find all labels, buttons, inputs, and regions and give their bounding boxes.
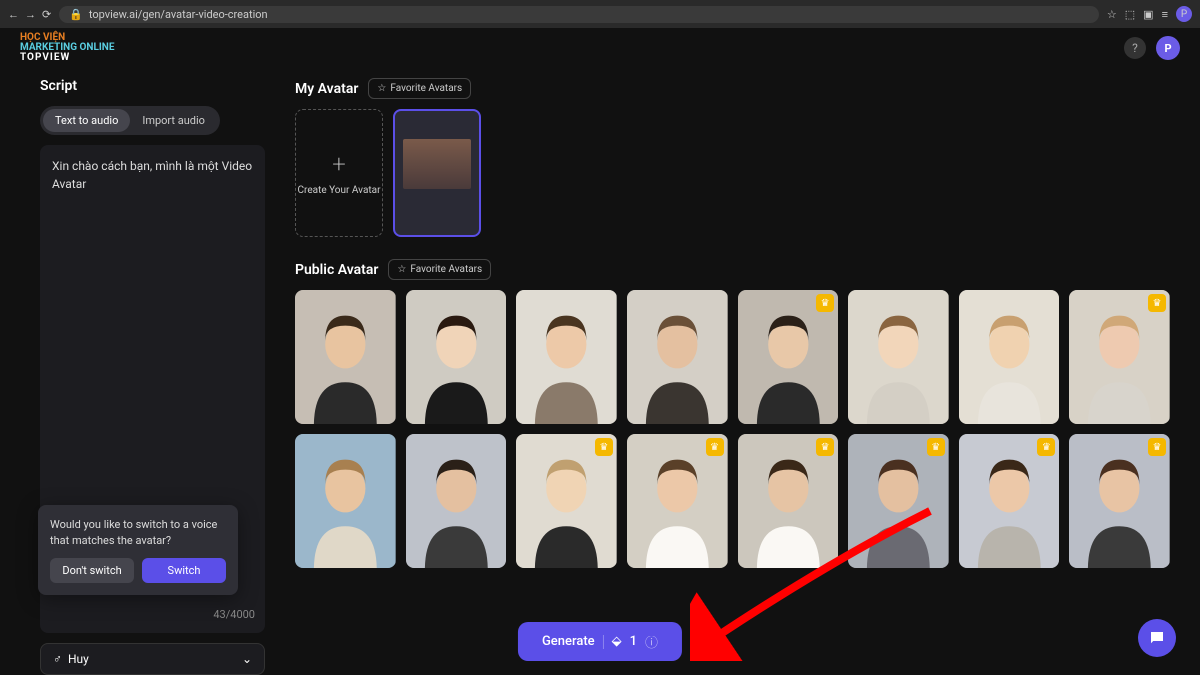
create-avatar-label: Create Your Avatar — [298, 184, 381, 197]
create-avatar-card[interactable]: + Create Your Avatar — [295, 109, 383, 237]
star-icon: ☆ — [397, 264, 406, 275]
public-avatar-card[interactable] — [848, 290, 949, 424]
public-avatar-card[interactable]: ♛ — [738, 290, 839, 424]
avatar-thumbnail — [403, 139, 471, 189]
url-bar[interactable]: 🔒 topview.ai/gen/avatar-video-creation — [59, 6, 1099, 23]
crown-icon: ♛ — [706, 438, 724, 456]
public-avatar-card[interactable]: ♛ — [1069, 434, 1170, 568]
credits-icon: ⬙ — [612, 634, 622, 649]
male-icon: ♂ — [53, 652, 62, 666]
credits-count: 1 — [630, 634, 637, 649]
back-icon[interactable]: ← — [8, 8, 19, 21]
lock-icon: 🔒 — [69, 8, 83, 21]
content-area: My Avatar ☆ Favorite Avatars + Create Yo… — [295, 78, 1170, 675]
script-tabs: Text to audio Import audio — [40, 106, 220, 135]
generate-button[interactable]: Generate ⬙ 1 ⓘ — [518, 622, 682, 661]
popup-message: Would you like to switch to a voice that… — [50, 517, 226, 548]
extension-icon-2[interactable]: ▣ — [1143, 8, 1153, 21]
public-avatar-card[interactable] — [406, 434, 507, 568]
public-avatar-card[interactable]: ♛ — [516, 434, 617, 568]
switch-button[interactable]: Switch — [142, 558, 226, 583]
public-avatar-card[interactable] — [295, 290, 396, 424]
public-avatar-card[interactable] — [295, 434, 396, 568]
star-icon[interactable]: ☆ — [1107, 8, 1117, 21]
chat-icon — [1148, 629, 1166, 647]
star-icon: ☆ — [377, 83, 386, 94]
crown-icon: ♛ — [1148, 438, 1166, 456]
profile-button[interactable]: P — [1156, 36, 1180, 60]
my-avatar-card[interactable] — [393, 109, 481, 237]
crown-icon: ♛ — [816, 438, 834, 456]
forward-icon[interactable]: → — [25, 8, 36, 21]
public-avatar-card[interactable] — [627, 290, 728, 424]
script-heading: Script — [40, 78, 265, 94]
char-count: 43/4000 — [213, 607, 255, 624]
tab-text-to-audio[interactable]: Text to audio — [43, 109, 130, 132]
public-avatar-card[interactable]: ♛ — [848, 434, 949, 568]
plus-icon: + — [332, 150, 346, 178]
crown-icon: ♛ — [927, 438, 945, 456]
dont-switch-button[interactable]: Don't switch — [50, 558, 134, 583]
public-avatar-card[interactable]: ♛ — [959, 434, 1060, 568]
public-avatar-card[interactable] — [516, 290, 617, 424]
script-content: Xin chào cách bạn, mình là một Video Ava… — [52, 159, 252, 191]
crown-icon: ♛ — [595, 438, 613, 456]
reload-icon[interactable]: ⟳ — [42, 8, 51, 21]
logo: HỌC VIỆN MARKETING ONLINE TOPVIEW — [20, 33, 115, 63]
crown-icon: ♛ — [1037, 438, 1055, 456]
public-avatar-grid: ♛ ♛ — [295, 290, 1170, 568]
favorite-public-button[interactable]: ☆ Favorite Avatars — [388, 259, 491, 280]
app-header: HỌC VIỆN MARKETING ONLINE TOPVIEW ? P — [0, 28, 1200, 68]
browser-profile[interactable]: P — [1176, 6, 1192, 22]
tab-import-audio[interactable]: Import audio — [130, 109, 217, 132]
chat-button[interactable] — [1138, 619, 1176, 657]
public-avatar-card[interactable]: ♛ — [1069, 290, 1170, 424]
menu-icon[interactable]: ≡ — [1162, 8, 1168, 21]
public-avatar-card[interactable]: ♛ — [627, 434, 728, 568]
crown-icon: ♛ — [816, 294, 834, 312]
extension-icon[interactable]: ⬚ — [1125, 8, 1135, 21]
info-icon: ⓘ — [645, 632, 658, 651]
public-avatar-card[interactable] — [406, 290, 507, 424]
crown-icon: ♛ — [1148, 294, 1166, 312]
browser-bar: ← → ⟳ 🔒 topview.ai/gen/avatar-video-crea… — [0, 0, 1200, 28]
voice-name: Huy — [68, 652, 89, 666]
url-text: topview.ai/gen/avatar-video-creation — [89, 8, 268, 21]
my-avatar-heading: My Avatar — [295, 81, 358, 97]
chevron-down-icon: ⌄ — [242, 652, 252, 666]
voice-switch-popup: Would you like to switch to a voice that… — [38, 505, 238, 595]
voice-dropdown[interactable]: ♂ Huy ⌄ — [40, 643, 265, 675]
public-avatar-card[interactable]: ♛ — [738, 434, 839, 568]
help-button[interactable]: ? — [1124, 37, 1146, 59]
public-avatar-card[interactable] — [959, 290, 1060, 424]
favorite-avatars-button[interactable]: ☆ Favorite Avatars — [368, 78, 471, 99]
public-avatar-heading: Public Avatar — [295, 262, 378, 278]
generate-label: Generate — [542, 634, 595, 649]
